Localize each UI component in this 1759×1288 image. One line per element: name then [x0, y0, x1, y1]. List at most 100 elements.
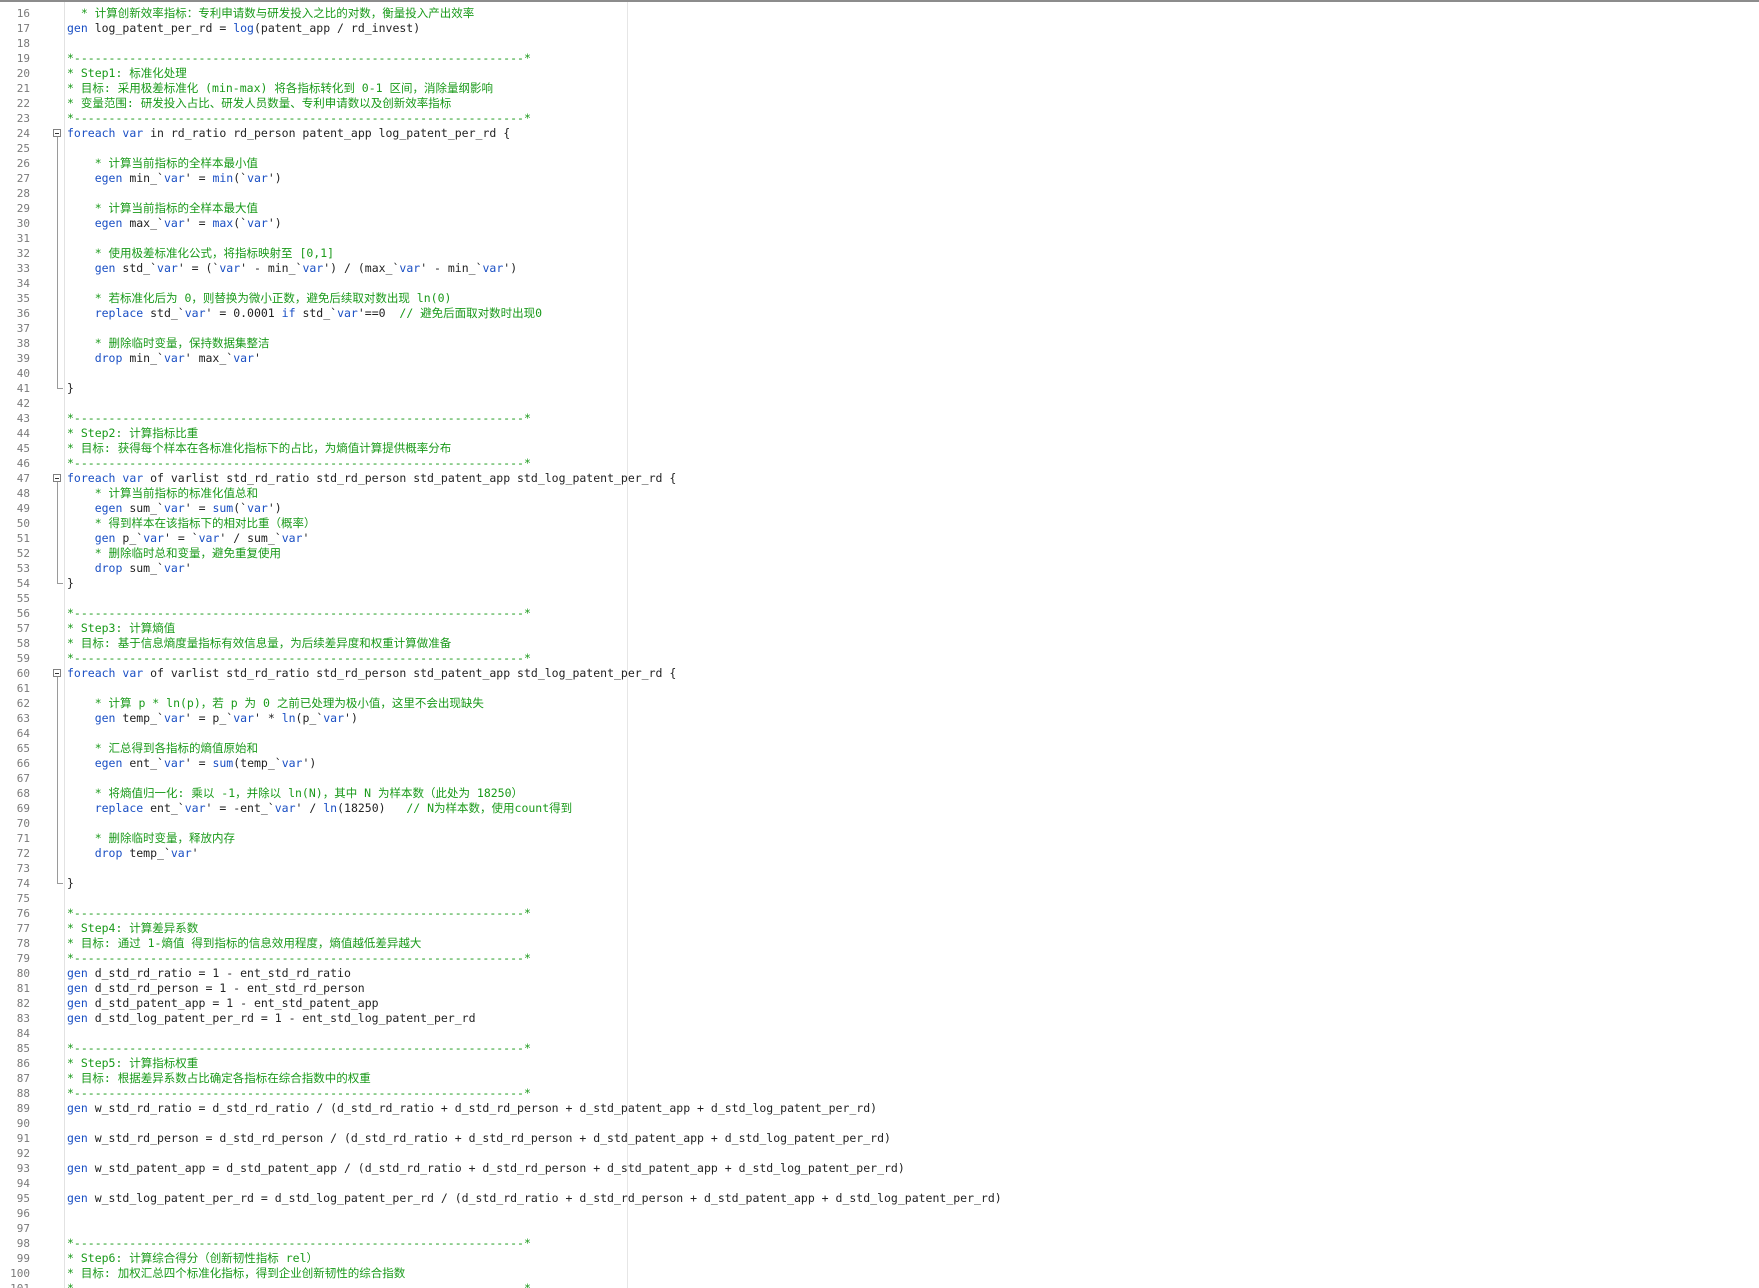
- code-text[interactable]: * Step1: 标准化处理: [67, 66, 187, 81]
- code-text[interactable]: * 计算 p * ln(p)，若 p 为 0 之前已处理为极小值，这里不会出现缺…: [67, 696, 484, 711]
- code-line[interactable]: 83 gen d_std_log_patent_per_rd = 1 - ent_…: [0, 1011, 1759, 1026]
- code-line[interactable]: 95 gen w_std_log_patent_per_rd = d_std_lo…: [0, 1191, 1759, 1206]
- code-line[interactable]: 22 * 变量范围: 研发投入占比、研发人员数量、专利申请数以及创新效率指标: [0, 96, 1759, 111]
- code-line[interactable]: 51 gen p_`var' = `var' / sum_`var': [0, 531, 1759, 546]
- code-line[interactable]: 37: [0, 321, 1759, 336]
- code-text[interactable]: egen max_`var' = max(`var'): [67, 216, 282, 231]
- code-text[interactable]: *---------------------------------------…: [67, 411, 531, 426]
- code-text[interactable]: * Step6: 计算综合得分（创新韧性指标 rel）: [67, 1251, 318, 1266]
- code-text[interactable]: gen temp_`var' = p_`var' * ln(p_`var'): [67, 711, 358, 726]
- code-text[interactable]: *---------------------------------------…: [67, 51, 531, 66]
- code-line[interactable]: 76 *-------------------------------------…: [0, 906, 1759, 921]
- code-text[interactable]: gen w_std_log_patent_per_rd = d_std_log_…: [67, 1191, 1002, 1206]
- code-line[interactable]: 100 * 目标: 加权汇总四个标准化指标，得到企业创新韧性的综合指数: [0, 1266, 1759, 1281]
- code-line[interactable]: 47 foreach var of varlist std_rd_ratio st…: [0, 471, 1759, 486]
- code-text[interactable]: *---------------------------------------…: [67, 951, 531, 966]
- code-line[interactable]: 18: [0, 36, 1759, 51]
- code-line[interactable]: 80 gen d_std_rd_ratio = 1 - ent_std_rd_ra…: [0, 966, 1759, 981]
- code-line[interactable]: 50 * 得到样本在该指标下的相对比重（概率）: [0, 516, 1759, 531]
- code-line[interactable]: 53 drop sum_`var': [0, 561, 1759, 576]
- code-text[interactable]: egen sum_`var' = sum(`var'): [67, 501, 282, 516]
- code-line[interactable]: 72 drop temp_`var': [0, 846, 1759, 861]
- code-line[interactable]: 40: [0, 366, 1759, 381]
- code-line[interactable]: 41}: [0, 381, 1759, 396]
- code-line[interactable]: 61: [0, 681, 1759, 696]
- code-text[interactable]: gen d_std_patent_app = 1 - ent_std_paten…: [67, 996, 379, 1011]
- code-line[interactable]: 70: [0, 816, 1759, 831]
- code-text[interactable]: gen w_std_rd_ratio = d_std_rd_ratio / (d…: [67, 1101, 877, 1116]
- code-line[interactable]: 25: [0, 141, 1759, 156]
- code-line[interactable]: 45 * 目标: 获得每个样本在各标准化指标下的占比，为熵值计算提供概率分布: [0, 441, 1759, 456]
- code-line[interactable]: 79 *-------------------------------------…: [0, 951, 1759, 966]
- code-line[interactable]: 77 * Step4: 计算差异系数: [0, 921, 1759, 936]
- code-line[interactable]: 24 foreach var in rd_ratio rd_person pate…: [0, 126, 1759, 141]
- code-line[interactable]: 32 * 使用极差标准化公式，将指标映射至 [0,1]: [0, 246, 1759, 261]
- code-line[interactable]: 90: [0, 1116, 1759, 1131]
- code-text[interactable]: *---------------------------------------…: [67, 1281, 531, 1288]
- code-lines[interactable]: 16 * 计算创新效率指标：专利申请数与研发投入之比的对数，衡量投入产出效率 17…: [0, 6, 1759, 1288]
- code-text[interactable]: * Step2: 计算指标比重: [67, 426, 198, 441]
- code-text[interactable]: * 得到样本在该指标下的相对比重（概率）: [67, 516, 316, 531]
- code-line[interactable]: 78 * 目标: 通过 1-熵值 得到指标的信息效用程度，熵值越低差异越大: [0, 936, 1759, 951]
- code-text[interactable]: gen d_std_rd_ratio = 1 - ent_std_rd_rati…: [67, 966, 351, 981]
- code-line[interactable]: 43 *-------------------------------------…: [0, 411, 1759, 426]
- code-line[interactable]: 57 * Step3: 计算熵值: [0, 621, 1759, 636]
- code-line[interactable]: 23 *-------------------------------------…: [0, 111, 1759, 126]
- code-line[interactable]: 63 gen temp_`var' = p_`var' * ln(p_`var'…: [0, 711, 1759, 726]
- code-line[interactable]: 30 egen max_`var' = max(`var'): [0, 216, 1759, 231]
- code-text[interactable]: *---------------------------------------…: [67, 111, 531, 126]
- code-line[interactable]: 88 *-------------------------------------…: [0, 1086, 1759, 1101]
- code-line[interactable]: 69 replace ent_`var' = -ent_`var' / ln(1…: [0, 801, 1759, 816]
- code-text[interactable]: gen log_patent_per_rd = log(patent_app /…: [67, 21, 420, 36]
- code-text[interactable]: gen w_std_patent_app = d_std_patent_app …: [67, 1161, 905, 1176]
- code-line[interactable]: 31: [0, 231, 1759, 246]
- fold-toggle-icon[interactable]: [53, 129, 61, 137]
- code-line[interactable]: 58 * 目标: 基于信息熵度量指标有效信息量，为后续差异度和权重计算做准备: [0, 636, 1759, 651]
- code-line[interactable]: 67: [0, 771, 1759, 786]
- code-line[interactable]: 26 * 计算当前指标的全样本最小值: [0, 156, 1759, 171]
- code-text[interactable]: *---------------------------------------…: [67, 651, 531, 666]
- code-text[interactable]: foreach var of varlist std_rd_ratio std_…: [67, 666, 676, 681]
- code-line[interactable]: 33 gen std_`var' = (`var' - min_`var') /…: [0, 261, 1759, 276]
- code-text[interactable]: gen w_std_rd_person = d_std_rd_person / …: [67, 1131, 891, 1146]
- code-text[interactable]: * 汇总得到各指标的熵值原始和: [67, 741, 258, 756]
- fold-toggle-icon[interactable]: [53, 669, 61, 677]
- code-line[interactable]: 81 gen d_std_rd_person = 1 - ent_std_rd_p…: [0, 981, 1759, 996]
- code-line[interactable]: 89 gen w_std_rd_ratio = d_std_rd_ratio / …: [0, 1101, 1759, 1116]
- code-editor[interactable]: 16 * 计算创新效率指标：专利申请数与研发投入之比的对数，衡量投入产出效率 17…: [0, 0, 1759, 1288]
- code-text[interactable]: * 计算创新效率指标：专利申请数与研发投入之比的对数，衡量投入产出效率: [67, 6, 474, 21]
- code-text[interactable]: *---------------------------------------…: [67, 606, 531, 621]
- code-text[interactable]: gen d_std_rd_person = 1 - ent_std_rd_per…: [67, 981, 365, 996]
- code-line[interactable]: 85 *-------------------------------------…: [0, 1041, 1759, 1056]
- code-line[interactable]: 84: [0, 1026, 1759, 1041]
- code-text[interactable]: * 目标: 获得每个样本在各标准化指标下的占比，为熵值计算提供概率分布: [67, 441, 451, 456]
- code-text[interactable]: * 计算当前指标的全样本最小值: [67, 156, 258, 171]
- code-text[interactable]: *---------------------------------------…: [67, 1236, 531, 1251]
- code-line[interactable]: 66 egen ent_`var' = sum(temp_`var'): [0, 756, 1759, 771]
- code-line[interactable]: 36 replace std_`var' = 0.0001 if std_`va…: [0, 306, 1759, 321]
- code-line[interactable]: 17 gen log_patent_per_rd = log(patent_app…: [0, 21, 1759, 36]
- code-line[interactable]: 39 drop min_`var' max_`var': [0, 351, 1759, 366]
- code-text[interactable]: foreach var of varlist std_rd_ratio std_…: [67, 471, 676, 486]
- code-text[interactable]: gen std_`var' = (`var' - min_`var') / (m…: [67, 261, 517, 276]
- code-text[interactable]: * 删除临时总和变量，避免重复使用: [67, 546, 281, 561]
- code-line[interactable]: 68 * 将熵值归一化: 乘以 -1，并除以 ln(N)，其中 N 为样本数（此…: [0, 786, 1759, 801]
- code-text[interactable]: *---------------------------------------…: [67, 1041, 531, 1056]
- code-line[interactable]: 98 *-------------------------------------…: [0, 1236, 1759, 1251]
- code-text[interactable]: gen d_std_log_patent_per_rd = 1 - ent_st…: [67, 1011, 476, 1026]
- code-line[interactable]: 99 * Step6: 计算综合得分（创新韧性指标 rel）: [0, 1251, 1759, 1266]
- code-text[interactable]: * 将熵值归一化: 乘以 -1，并除以 ln(N)，其中 N 为样本数（此处为 …: [67, 786, 523, 801]
- code-text[interactable]: egen min_`var' = min(`var'): [67, 171, 282, 186]
- code-line[interactable]: 74}: [0, 876, 1759, 891]
- code-line[interactable]: 92: [0, 1146, 1759, 1161]
- code-line[interactable]: 96: [0, 1206, 1759, 1221]
- code-line[interactable]: 54}: [0, 576, 1759, 591]
- code-text[interactable]: * 若标准化后为 0，则替换为微小正数，避免后续取对数出现 ln(0): [67, 291, 452, 306]
- code-line[interactable]: 62 * 计算 p * ln(p)，若 p 为 0 之前已处理为极小值，这里不会…: [0, 696, 1759, 711]
- code-line[interactable]: 19 *-------------------------------------…: [0, 51, 1759, 66]
- code-line[interactable]: 101 *------------------------------------…: [0, 1281, 1759, 1288]
- code-line[interactable]: 86 * Step5: 计算指标权重: [0, 1056, 1759, 1071]
- code-text[interactable]: * 目标: 采用极差标准化 (min-max) 将各指标转化到 0-1 区间，消…: [67, 81, 493, 96]
- code-line[interactable]: 28: [0, 186, 1759, 201]
- code-line[interactable]: 46 *-------------------------------------…: [0, 456, 1759, 471]
